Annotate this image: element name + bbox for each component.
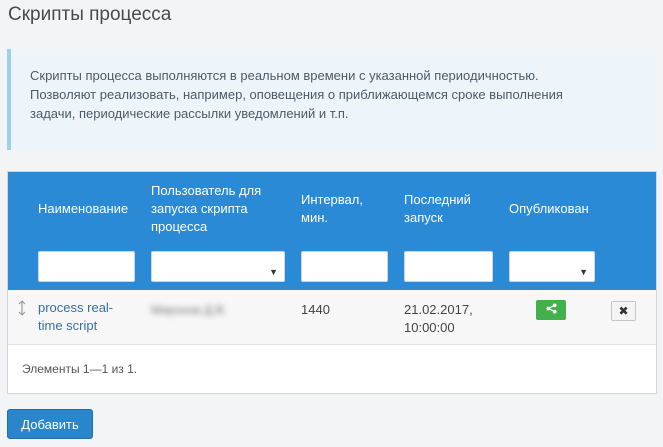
scripts-grid: Наименование Пользователь для запуска ск…: [7, 171, 657, 394]
script-name-text: process real-: [38, 300, 114, 315]
column-header-user-text: процесса: [151, 219, 208, 234]
column-header-interval[interactable]: Интервал, мин.: [301, 191, 363, 227]
filter-last-run[interactable]: [404, 251, 493, 282]
interval-value: 1440: [301, 302, 330, 317]
last-run-value: 21.02.2017, 10:00:00: [404, 301, 494, 337]
filter-interval-input[interactable]: [302, 252, 387, 281]
delete-button[interactable]: ✖: [611, 301, 636, 321]
column-header-published[interactable]: Опубликован: [509, 200, 589, 218]
script-name-text: time script: [38, 318, 98, 333]
add-button[interactable]: Добавить: [7, 409, 93, 439]
filter-name[interactable]: [38, 251, 135, 282]
filter-last-run-input[interactable]: [405, 252, 492, 281]
drag-handle-icon[interactable]: [18, 300, 26, 316]
grid-header: Наименование Пользователь для запуска ск…: [8, 172, 656, 290]
share-icon: [545, 301, 557, 319]
last-run-date: 21.02.2017,: [404, 302, 473, 317]
filter-published-select[interactable]: ▼: [509, 251, 595, 282]
page: Скрипты процесса Скрипты процесса выполн…: [0, 0, 663, 447]
caret-down-icon: ▼: [269, 267, 278, 277]
page-title: Скрипты процесса: [8, 4, 172, 25]
script-name-link[interactable]: process real- time script: [38, 299, 133, 335]
last-run-time: 10:00:00: [404, 320, 455, 335]
column-header-interval-text: мин.: [301, 210, 328, 225]
column-header-last-run-text: Последний: [404, 192, 471, 207]
info-text-line: задачи, периодические рассылки уведомлен…: [30, 106, 349, 121]
column-header-last-run[interactable]: Последний запуск: [404, 191, 471, 227]
table-row[interactable]: process real- time script Миронов Д.В. 1…: [8, 290, 656, 345]
column-header-last-run-text: запуск: [404, 210, 443, 225]
filter-user-select[interactable]: ▼: [151, 251, 285, 282]
caret-down-icon: ▼: [579, 267, 588, 277]
info-text-line: Позволяют реализовать, например, оповеще…: [30, 87, 563, 102]
info-text-line: Скрипты процесса выполняются в реальном …: [30, 68, 539, 83]
filter-interval[interactable]: [301, 251, 388, 282]
user-name: Миронов Д.В.: [151, 303, 227, 317]
column-header-user-text: запуска скрипта: [151, 201, 248, 216]
column-header-user[interactable]: Пользователь для запуска скрипта процесс…: [151, 182, 261, 236]
column-header-user-text: Пользователь для: [151, 183, 262, 198]
pager-info: Элементы 1—1 из 1.: [22, 362, 138, 376]
published-share-button[interactable]: [536, 300, 566, 320]
info-box: Скрипты процесса выполняются в реальном …: [7, 49, 657, 150]
filter-name-input[interactable]: [39, 252, 134, 281]
close-icon: ✖: [618, 304, 629, 318]
column-header-name[interactable]: Наименование: [38, 200, 128, 218]
column-header-interval-text: Интервал,: [301, 192, 363, 207]
